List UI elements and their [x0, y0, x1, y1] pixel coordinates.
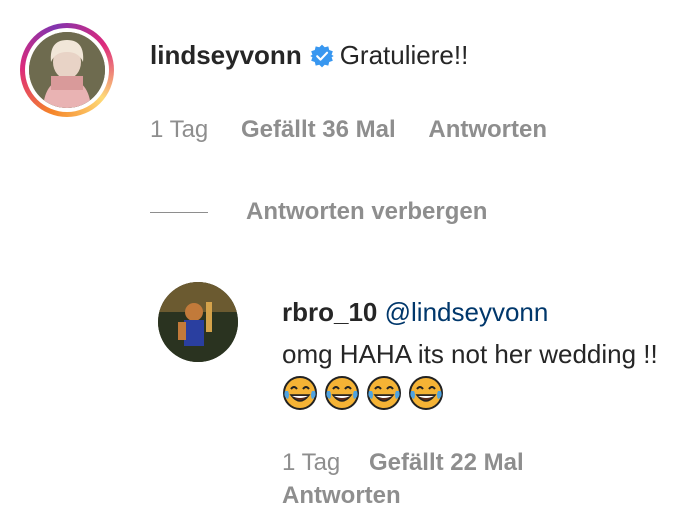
hide-replies-button[interactable]: Antworten verbergen [150, 198, 487, 226]
comment-meta: 1 Tag Gefällt 36 Mal Antworten [150, 116, 573, 144]
face-with-tears-of-joy-icon [325, 376, 359, 410]
face-with-tears-of-joy-icon [367, 376, 401, 410]
reply-meta: 1 Tag Gefällt 22 Mal Antworten [282, 446, 546, 512]
reply-mention-link[interactable]: @lindseyvonn [385, 297, 549, 327]
comment-text: Gratuliere!! [339, 40, 469, 70]
replies-divider [150, 211, 208, 213]
avatar-photo [29, 32, 105, 108]
reply-reply-button[interactable]: Antworten [282, 482, 401, 509]
face-with-tears-of-joy-icon [283, 376, 317, 410]
comment: lindseyvonn Gratuliere!! 1 Tag Gefällt 3… [0, 0, 680, 225]
comment-username[interactable]: lindseyvonn [150, 40, 302, 71]
face-with-tears-of-joy-icon [409, 376, 443, 410]
reply-comment: rbro_10 @lindseyvonn omg HAHA its not he… [0, 275, 680, 526]
reply-username[interactable]: rbro_10 [282, 297, 377, 327]
reply-likes-button[interactable]: Gefällt 22 Mal [369, 449, 524, 476]
hide-replies-label: Antworten verbergen [246, 198, 488, 225]
story-avatar-lindseyvonn[interactable] [20, 23, 114, 117]
comment-likes-button[interactable]: Gefällt 36 Mal [241, 116, 396, 143]
comment-reply-button[interactable]: Antworten [428, 116, 547, 143]
reply-text: omg HAHA its not her wedding !! [282, 339, 658, 369]
comment-time[interactable]: 1 Tag [150, 116, 208, 143]
reply-time[interactable]: 1 Tag [282, 449, 340, 476]
verified-badge-icon [310, 44, 334, 67]
avatar-rbro_10[interactable] [158, 282, 238, 362]
